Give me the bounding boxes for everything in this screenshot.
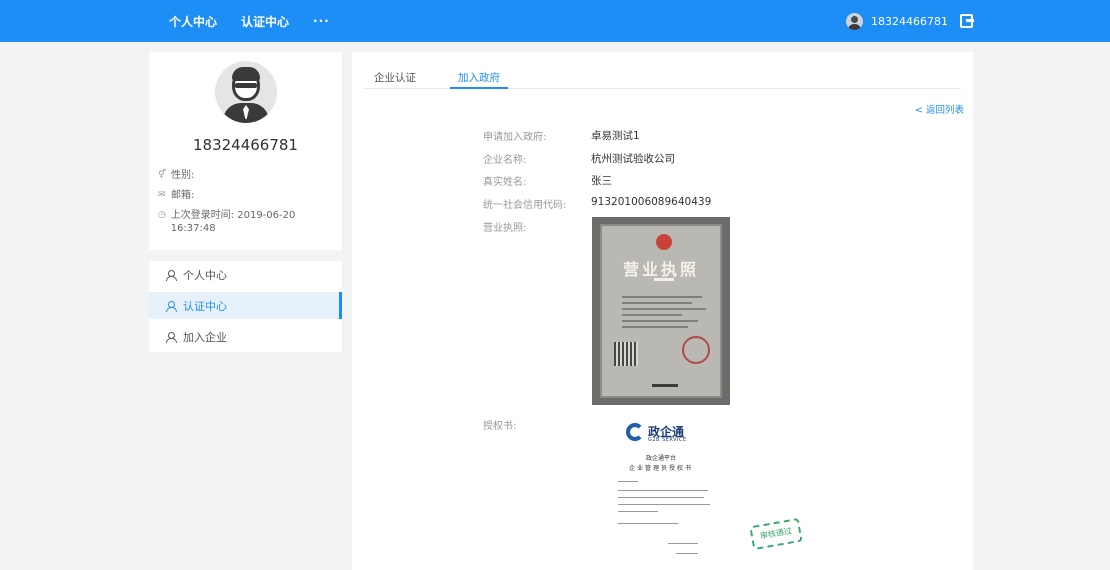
tab-join-government[interactable]: 加入政府 [458, 70, 500, 85]
menu-item-personal-center[interactable]: 个人中心 [149, 261, 342, 288]
last-login-row: ◷ 上次登录时间: 2019-06-20 16:37:48 [158, 209, 338, 235]
qr-code-icon [614, 342, 638, 366]
gender-row: ⚥ 性别: [158, 169, 194, 182]
menu-item-label: 加入企业 [183, 330, 227, 344]
active-tab-indicator [450, 87, 508, 89]
license-title: 营业执照 [622, 260, 699, 279]
logout-icon[interactable] [960, 14, 974, 28]
nav-personal-center[interactable]: 个人中心 [169, 13, 217, 30]
user-icon [166, 269, 177, 281]
user-avatar-icon[interactable] [846, 12, 864, 30]
field-label: 统一社会信用代码: [483, 200, 567, 211]
nav-more-button[interactable]: ··· [313, 14, 330, 28]
field-label: 企业名称: [483, 155, 527, 166]
seal-icon [682, 336, 710, 364]
tab-enterprise-certification[interactable]: 企业认证 [374, 70, 416, 85]
mail-icon: ✉ [158, 190, 166, 200]
main-panel: 企业认证 加入政府 < 返回列表 申请加入政府: 卓易测试1 企业名称: 杭州测… [352, 52, 973, 570]
user-area: 18324466781 [846, 0, 974, 42]
profile-card: 18324466781 ⚥ 性别: ✉ 邮箱: ◷ 上次登录时间: 2019-0… [149, 52, 342, 250]
business-license-image[interactable]: 营业执照 [592, 217, 730, 405]
letter-platform: 政企通平台 [645, 455, 676, 462]
approved-stamp: 审核通过 [749, 517, 803, 551]
field-label: 申请加入政府: [483, 132, 547, 143]
field-value: 杭州测试验收公司 [591, 153, 675, 165]
user-check-icon [166, 300, 177, 312]
top-nav: 个人中心 认证中心 ··· [169, 0, 330, 42]
field-value: 卓易测试1 [591, 130, 640, 142]
g2b-logo-icon [626, 423, 644, 441]
gender-label: 性别: [171, 170, 195, 181]
clock-icon: ◷ [158, 210, 166, 220]
back-to-list-link[interactable]: < 返回列表 [915, 102, 964, 116]
menu-item-label: 个人中心 [183, 268, 227, 282]
menu-item-label: 认证中心 [183, 299, 227, 313]
side-menu: 个人中心 认证中心 加入企业 [149, 261, 342, 352]
top-bar: 个人中心 认证中心 ··· 18324466781 [0, 0, 1110, 42]
field-value: 张三 [591, 175, 612, 187]
email-row: ✉ 邮箱: [158, 189, 194, 202]
field-label: 真实姓名: [483, 177, 527, 188]
avatar [215, 61, 277, 123]
user-icon [166, 331, 177, 343]
field-label: 营业执照: [483, 223, 527, 234]
user-phone[interactable]: 18324466781 [871, 15, 948, 28]
nav-certification-center[interactable]: 认证中心 [241, 13, 289, 30]
authorization-letter-image[interactable]: 政企通 G2B SERVICE 政企通平台 企业管理员授权书 [592, 415, 730, 570]
gender-icon: ⚥ [158, 170, 167, 180]
field-value: 913201006089640439 [591, 196, 712, 208]
logo-sub: G2B SERVICE [648, 437, 687, 443]
tab-bar: 企业认证 加入政府 [364, 52, 961, 89]
letter-heading: 企业管理员授权书 [628, 465, 693, 472]
last-login-label: 上次登录时间: 2019-06-20 16:37:48 [170, 210, 296, 234]
national-emblem-icon [656, 234, 672, 250]
field-label: 授权书: [483, 421, 517, 432]
profile-phone: 18324466781 [193, 136, 298, 154]
menu-item-join-enterprise[interactable]: 加入企业 [149, 323, 342, 350]
email-label: 邮箱: [171, 190, 195, 201]
menu-item-certification-center[interactable]: 认证中心 [149, 292, 342, 319]
